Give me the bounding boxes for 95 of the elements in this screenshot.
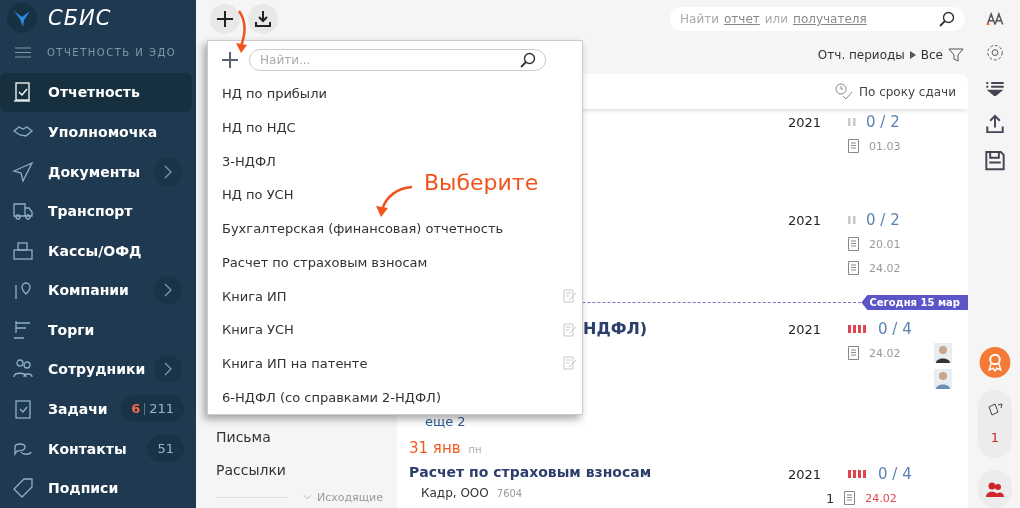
document-icon <box>848 346 859 361</box>
dropdown-item[interactable]: Книга ИП <box>208 279 582 313</box>
list-filter-icon[interactable] <box>985 80 1005 97</box>
search-field[interactable]: Найти отчет или получателя <box>670 7 965 31</box>
sidebar-item[interactable]: Компании <box>0 270 192 311</box>
search-icon[interactable] <box>520 52 536 68</box>
map-pin-icon <box>12 279 34 302</box>
company-code: 7604 <box>496 488 523 499</box>
menu-icon[interactable] <box>15 47 31 59</box>
document-icon <box>848 139 859 154</box>
date-text: 24.02 <box>865 491 897 505</box>
avatar-icon[interactable] <box>934 343 952 364</box>
document-icon <box>848 261 859 276</box>
company-name: Кадр, ООО <box>421 486 489 500</box>
logo-text: СБИС <box>48 6 112 30</box>
people-panel[interactable] <box>978 469 1012 508</box>
clipboard-check-icon <box>12 398 34 420</box>
sort-label[interactable]: По сроку сдачи <box>858 84 956 99</box>
search-icon[interactable] <box>939 11 955 27</box>
download-icon <box>254 10 272 28</box>
comment-count: 1 <box>826 490 835 506</box>
sidebar-item[interactable]: Подписи <box>0 468 192 508</box>
folder-item[interactable]: Письма <box>216 420 383 454</box>
logo-icon <box>7 3 37 33</box>
weekday-text: пн <box>468 444 482 455</box>
date-text: 20.01 <box>869 237 901 251</box>
sidebar-item[interactable]: Транспорт <box>0 191 192 231</box>
dropdown-item[interactable]: Книга УСН <box>208 312 582 347</box>
year-text: 2021 <box>788 114 823 133</box>
sidebar-item[interactable]: Контакты 51 <box>0 428 192 469</box>
date-text: 01.03 <box>869 139 901 153</box>
dropdown-item[interactable]: Расчет по страховым взносам <box>208 245 433 280</box>
paper-plane-icon <box>12 160 34 183</box>
progress-text: 0 / 2 <box>866 113 900 132</box>
triangle-icon <box>909 51 916 59</box>
sidebar-item[interactable]: Уполномочка <box>0 112 192 152</box>
date-text: 24.02 <box>869 346 901 360</box>
dropdown-search-field[interactable]: Найти... <box>249 49 546 71</box>
counter-text: 1 <box>990 430 1000 446</box>
dropdown-item[interactable]: 6-НДФЛ (со справками 2-НДФЛ) <box>208 380 446 415</box>
dropdown-item[interactable]: НД по прибыли <box>208 77 332 111</box>
search-hint-text: Найти <box>680 12 719 26</box>
filter-value[interactable]: Все <box>920 48 943 62</box>
signature-panel[interactable]: 1 <box>978 390 1012 458</box>
filter-icon[interactable] <box>948 47 964 63</box>
save-icon[interactable] <box>985 151 1005 171</box>
progress-text: 0 / 4 <box>878 465 912 483</box>
cash-register-icon <box>12 239 34 262</box>
dropdown-item[interactable]: НД по УСН <box>208 178 299 212</box>
dropdown-item[interactable]: Книга ИП на патенте <box>208 346 582 381</box>
add-button[interactable] <box>210 4 240 34</box>
period-filter[interactable]: Отч. периоды <box>817 48 905 62</box>
group-date: 31 янв <box>409 439 461 457</box>
download-button[interactable] <box>248 4 278 34</box>
progress-text: 0 / 2 <box>866 211 900 230</box>
progress-text: 0 / 4 <box>878 320 912 339</box>
year-text: 2021 <box>788 321 823 340</box>
sidebar-item[interactable]: Сотрудники <box>0 349 192 390</box>
document-sign-icon <box>987 402 1003 419</box>
search-hint-link: получателя <box>793 12 867 26</box>
sidebar-item[interactable]: Документы <box>0 151 192 192</box>
more-link[interactable]: еще 2 <box>409 414 466 430</box>
year-text: 2021 <box>788 212 823 231</box>
upload-icon[interactable] <box>986 114 1004 134</box>
year-text: 2021 <box>788 466 823 482</box>
plus-icon <box>216 10 234 28</box>
plus-icon[interactable] <box>221 51 239 69</box>
search-hint-text: или <box>764 12 789 26</box>
report-title[interactable]: Расчет по страховым взносам <box>409 464 788 480</box>
folder-item[interactable]: Рассылки <box>216 453 383 487</box>
font-size-icon[interactable] <box>986 12 1004 26</box>
counter-badge: 51 <box>147 435 184 463</box>
arrow-annotation <box>374 184 414 218</box>
date-text: 24.02 <box>869 261 901 275</box>
dropdown-item[interactable]: Бухгалтерская (финансовая) отчетность <box>208 211 509 246</box>
dropdown-item[interactable]: 3-НДФЛ <box>208 144 281 179</box>
document-icon <box>844 491 856 505</box>
people-icon <box>985 480 1005 497</box>
search-hint-link: отчет <box>723 12 760 26</box>
tag-icon <box>12 477 34 500</box>
sidebar-item[interactable]: Кассы/ОФД <box>0 230 192 271</box>
today-badge: Сегодня 15 мар <box>861 295 968 311</box>
sidebar-item[interactable]: Задачи 6 211 <box>0 389 192 429</box>
sidebar-item[interactable]: Отчетность <box>0 72 192 113</box>
settings-icon[interactable] <box>985 43 1005 63</box>
section-title: ОТЧЕТНОСТЬ И ЭДО <box>47 47 177 59</box>
document-icon <box>848 237 859 252</box>
truck-icon <box>12 200 34 223</box>
dropdown-item[interactable]: НД по НДС <box>208 110 301 145</box>
clock-check-icon[interactable] <box>834 82 853 101</box>
arrow-annotation <box>236 10 248 54</box>
counter-badge: 6 211 <box>121 395 184 423</box>
sidebar-item[interactable]: Торги <box>0 310 192 350</box>
annotation-text: Выберите <box>424 170 539 195</box>
award-icon[interactable] <box>979 347 1011 379</box>
